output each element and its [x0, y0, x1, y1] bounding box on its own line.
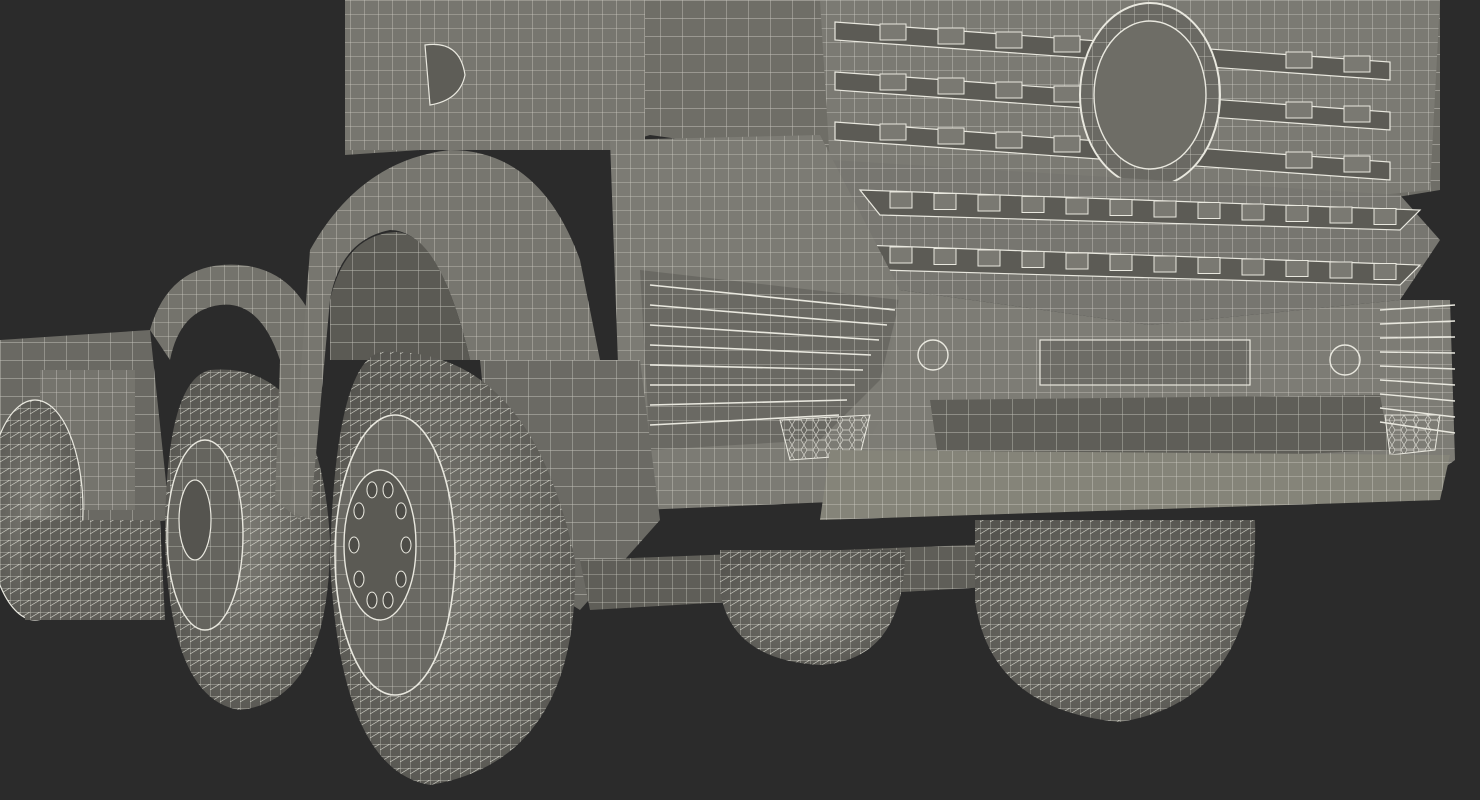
grille-tooth — [977, 249, 1001, 267]
grille-tooth — [1285, 205, 1309, 222]
lug-nut — [353, 570, 365, 588]
grille-tooth — [1343, 155, 1371, 173]
grille-tooth — [1065, 252, 1089, 270]
grille-tooth — [1285, 151, 1313, 169]
grille-tooth — [1065, 197, 1089, 215]
grille-tooth — [937, 27, 965, 45]
lug-nut — [395, 502, 407, 520]
grille-tooth — [1241, 203, 1265, 221]
grille-tooth — [879, 73, 907, 91]
rear-tire-dual — [20, 520, 165, 620]
grille-tooth — [1343, 55, 1371, 73]
grille-tooth — [1241, 258, 1265, 276]
grille-tooth — [1197, 202, 1221, 219]
lug-nut — [366, 481, 378, 499]
bumper-fin — [1379, 336, 1456, 339]
grille-tooth — [1329, 206, 1353, 224]
lug-nut — [382, 481, 394, 499]
grille-tooth — [1343, 105, 1371, 123]
grille-tooth — [1285, 51, 1313, 69]
lug-nut — [395, 570, 407, 588]
grille-tooth — [1109, 199, 1133, 216]
grille-tooth — [977, 194, 1001, 212]
lug-nut — [348, 536, 360, 554]
grille-tooth — [1053, 35, 1081, 53]
brand-emblem — [1079, 2, 1221, 188]
grille-tooth — [1153, 200, 1177, 218]
grille-tooth — [995, 81, 1023, 99]
lug-nut — [366, 591, 378, 609]
lug-nut — [400, 536, 412, 554]
bumper-fin — [1379, 351, 1456, 354]
grille-tooth — [933, 193, 957, 210]
grille-tooth — [889, 246, 913, 264]
grille-tooth — [937, 127, 965, 145]
grille-tooth — [995, 31, 1023, 49]
grille-tooth — [1153, 255, 1177, 273]
grille-tooth — [1109, 254, 1133, 271]
truck-wireframe-illustration — [0, 0, 1456, 785]
grille-tooth — [879, 123, 907, 141]
grille-tooth — [933, 248, 957, 265]
grille-tooth — [1053, 85, 1081, 103]
front-tire-far-center — [720, 550, 905, 665]
grille-tooth — [879, 23, 907, 41]
render-viewport — [0, 0, 1480, 800]
grille-tooth — [937, 77, 965, 95]
front-tire-far-right — [975, 520, 1256, 722]
grille-tooth — [1373, 208, 1397, 225]
grille-tooth — [889, 191, 913, 209]
grille-tooth — [1053, 135, 1081, 153]
grille-tooth — [1021, 196, 1045, 213]
lug-nut — [382, 591, 394, 609]
lug-nut — [353, 502, 365, 520]
grille-tooth — [995, 131, 1023, 149]
grille-tooth — [1373, 263, 1397, 280]
grille-tooth — [1329, 261, 1353, 279]
bumper-lip — [820, 450, 1450, 520]
grille-tooth — [1285, 260, 1309, 277]
grille-tooth — [1285, 101, 1313, 119]
grille-tooth — [1021, 251, 1045, 268]
grille-tooth — [1197, 257, 1221, 274]
